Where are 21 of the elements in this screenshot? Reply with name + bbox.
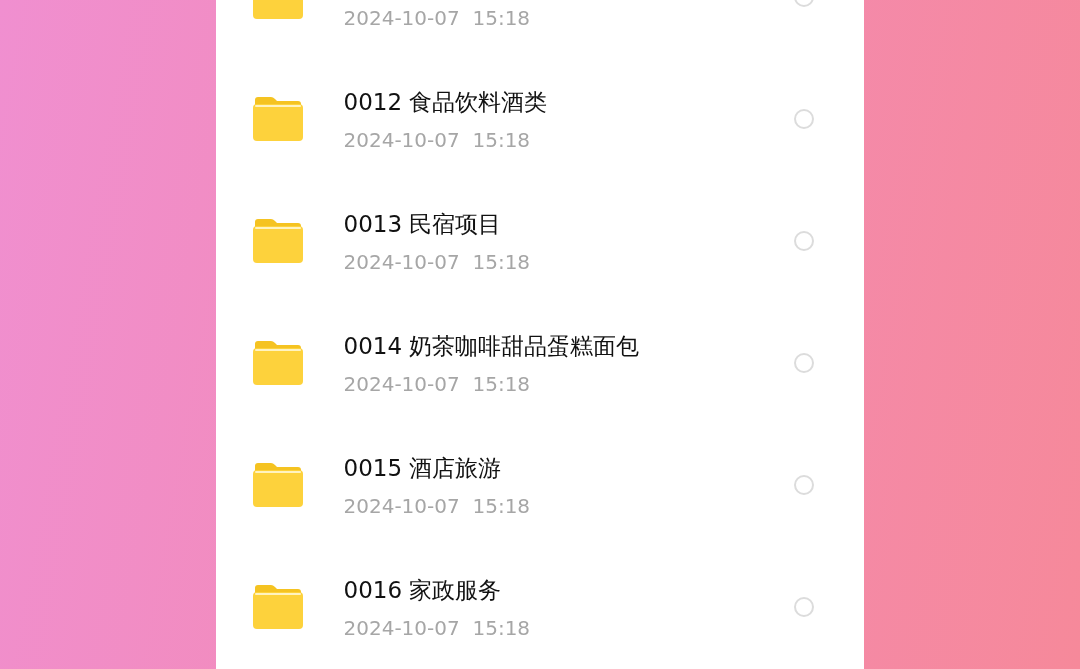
folder-date: 2024-10-07 15:18 [343, 5, 532, 30]
folder-date: 2024-10-07 15:18 [343, 371, 532, 396]
select-radio[interactable] [793, 109, 814, 129]
folder-name: 0012 食品饮料酒类 [343, 88, 549, 115]
select-radio[interactable] [793, 597, 814, 617]
select-radio[interactable] [793, 231, 814, 251]
folder-icon [251, 340, 304, 386]
folder-icon [251, 584, 304, 630]
folder-name: 0014 奶茶咖啡甜品蛋糕面包 [343, 332, 641, 359]
select-radio[interactable] [793, 353, 814, 373]
folder-name: 0016 家政服务 [343, 576, 503, 603]
folder-date: 2024-10-07 15:18 [343, 249, 532, 274]
folder-date: 2024-10-07 15:18 [343, 127, 532, 152]
folder-icon [251, 462, 304, 508]
folder-name: 0013 民宿项目 [343, 210, 503, 237]
folder-icon [251, 96, 304, 142]
folder-date: 2024-10-07 15:18 [343, 493, 532, 518]
select-radio[interactable] [793, 475, 814, 495]
folder-date: 2024-10-07 15:18 [343, 615, 532, 640]
folder-name: 0015 酒店旅游 [343, 454, 503, 481]
folder-icon [251, 218, 304, 264]
